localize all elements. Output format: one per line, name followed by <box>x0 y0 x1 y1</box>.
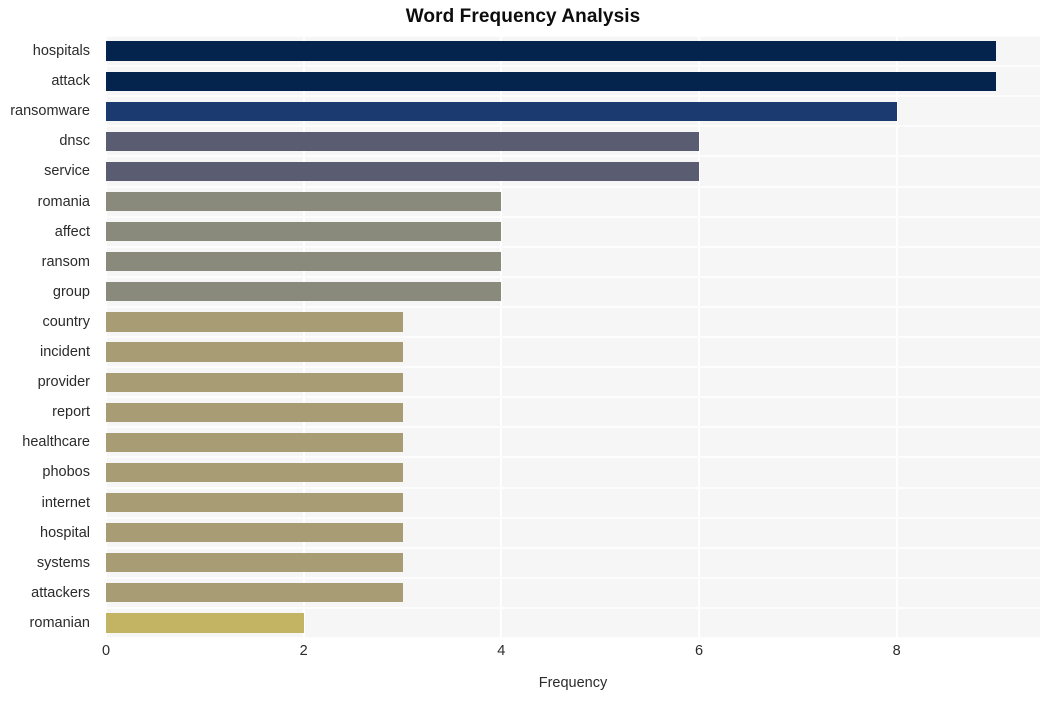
y-tick-label-romanian: romanian <box>29 614 90 631</box>
x-tick-label-6: 6 <box>694 643 704 659</box>
y-tick-label-romania: romania <box>37 193 90 210</box>
x-axis-label: Frequency <box>538 675 608 691</box>
y-tick-label-attack: attack <box>51 73 90 90</box>
gridline-horizontal <box>106 336 1040 338</box>
gridline-horizontal <box>106 637 1040 638</box>
y-tick-label-country: country <box>42 313 90 330</box>
y-tick-label-provider: provider <box>37 374 90 391</box>
chart-figure: Word Frequency Analysis hospitals attack r… <box>0 0 1046 701</box>
gridline-horizontal <box>106 245 1040 248</box>
bar-row <box>106 161 1040 182</box>
gridline-horizontal <box>106 486 1040 489</box>
gridline-horizontal <box>106 65 1040 68</box>
bar-report[interactable] <box>106 402 403 422</box>
gridline-horizontal <box>106 366 1040 369</box>
y-tick-label-internet: internet <box>41 494 90 511</box>
gridline-horizontal <box>106 546 1040 549</box>
bar-row <box>106 462 1040 483</box>
bar-systems[interactable] <box>106 553 403 573</box>
bar-row <box>106 523 1040 543</box>
bar-service[interactable] <box>106 161 700 182</box>
bar-internet[interactable] <box>106 492 403 513</box>
bar-row <box>106 372 1040 392</box>
bar-affect[interactable] <box>106 222 502 242</box>
bar-healthcare[interactable] <box>106 432 403 452</box>
y-tick-label-dnsc: dnsc <box>59 133 90 150</box>
bar-ransom[interactable] <box>106 252 502 272</box>
bar-row <box>106 131 1040 151</box>
y-tick-label-group: group <box>52 283 90 300</box>
x-tick-label-0: 0 <box>101 643 111 659</box>
y-tick-label-ransomware: ransomware <box>10 103 90 120</box>
gridline-horizontal <box>106 36 1040 37</box>
bar-row <box>106 282 1040 302</box>
gridline-horizontal <box>106 426 1040 429</box>
y-tick-label-phobos: phobos <box>42 464 90 481</box>
y-axis-tick-labels: hospitals attack ransomware dnsc service roma… <box>0 36 98 638</box>
gridline-horizontal <box>106 396 1040 399</box>
plot-area <box>106 36 1040 638</box>
gridline-horizontal <box>106 305 1040 308</box>
bar-row <box>106 583 1040 603</box>
bar-incident[interactable] <box>106 342 403 362</box>
bar-attack[interactable] <box>106 71 996 91</box>
bar-row <box>106 191 1040 212</box>
gridline-horizontal <box>106 456 1040 459</box>
y-tick-label-attackers: attackers <box>31 584 90 601</box>
gridline-horizontal <box>106 275 1040 278</box>
bar-row <box>106 402 1040 422</box>
bar-row <box>106 252 1040 272</box>
y-tick-label-report: report <box>52 404 90 421</box>
gridline-horizontal <box>106 95 1040 98</box>
gridline-horizontal <box>106 576 1040 579</box>
gridline-horizontal <box>106 125 1040 128</box>
y-tick-label-incident: incident <box>40 344 90 361</box>
x-axis-tick-labels: 0 2 4 6 8 <box>102 643 1040 668</box>
bar-row <box>106 101 1040 121</box>
bar-row <box>106 312 1040 332</box>
bar-dnsc[interactable] <box>106 131 700 151</box>
bar-row <box>106 613 1040 633</box>
gridline-horizontal <box>106 215 1040 218</box>
bar-row <box>106 432 1040 452</box>
bar-row <box>106 553 1040 573</box>
y-tick-label-hospital: hospital <box>40 524 90 541</box>
y-tick-label-ransom: ransom <box>41 253 90 270</box>
bar-romania[interactable] <box>106 191 502 212</box>
bar-attackers[interactable] <box>106 583 403 603</box>
y-tick-label-healthcare: healthcare <box>22 434 90 451</box>
bar-country[interactable] <box>106 312 403 332</box>
gridline-horizontal <box>106 516 1040 519</box>
bar-phobos[interactable] <box>106 462 403 483</box>
x-tick-label-2: 2 <box>299 643 308 659</box>
bar-group[interactable] <box>106 282 502 302</box>
bar-romanian[interactable] <box>106 613 304 633</box>
gridline-horizontal <box>106 155 1040 158</box>
bar-hospital[interactable] <box>106 523 403 543</box>
bar-provider[interactable] <box>106 372 403 392</box>
bar-row <box>106 41 1040 61</box>
bar-ransomware[interactable] <box>106 101 897 121</box>
x-tick-label-4: 4 <box>497 643 506 659</box>
bar-row <box>106 492 1040 513</box>
bar-row <box>106 71 1040 91</box>
bar-row <box>106 222 1040 242</box>
y-tick-label-service: service <box>44 163 90 180</box>
bar-row <box>106 342 1040 362</box>
chart-title: Word Frequency Analysis <box>405 6 641 27</box>
x-tick-label-8: 8 <box>892 643 901 659</box>
y-tick-label-affect: affect <box>54 223 90 240</box>
y-tick-label-hospitals: hospitals <box>32 43 90 60</box>
y-tick-label-systems: systems <box>36 554 90 571</box>
gridline-horizontal <box>106 185 1040 188</box>
gridline-horizontal <box>106 606 1040 609</box>
bar-hospitals[interactable] <box>106 41 996 61</box>
